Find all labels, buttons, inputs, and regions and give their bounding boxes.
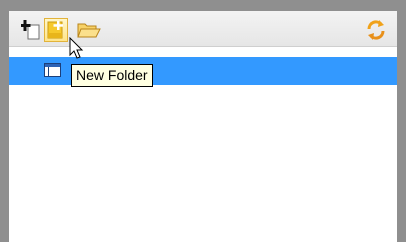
- add-item-button[interactable]: [19, 19, 41, 41]
- tree-item-system[interactable]: ystem: [9, 57, 397, 85]
- toolbar: [9, 11, 397, 47]
- new-folder-tooltip: New Folder: [71, 64, 153, 87]
- refresh-icon: [367, 20, 385, 40]
- system-window-icon: [44, 63, 61, 77]
- folder-tree[interactable]: ystem: [9, 48, 397, 242]
- plus-document-icon: [19, 20, 40, 40]
- new-folder-icon: [47, 21, 63, 39]
- mouse-cursor-icon: [69, 37, 84, 59]
- new-folder-button[interactable]: [44, 18, 68, 42]
- refresh-button[interactable]: [365, 19, 387, 41]
- folder-panel: ystem: [9, 11, 397, 242]
